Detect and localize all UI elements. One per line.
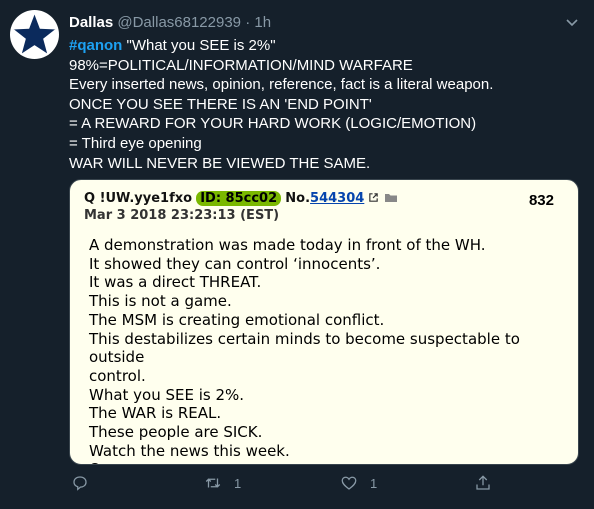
post-line: What you SEE is 2%.	[89, 385, 245, 404]
post-line: This is not a game.	[89, 292, 232, 311]
share-icon	[476, 475, 490, 490]
hashtag-link[interactable]: #qanon	[69, 37, 122, 54]
retweet-button[interactable]: 1	[204, 474, 241, 492]
tweet-header: Dallas @Dallas68122939 · 1h	[69, 13, 271, 33]
tweet-line: 98%=POLITICAL/INFORMATION/MIND WARFARE	[69, 56, 413, 74]
post-number-label: No.	[285, 191, 311, 206]
post-line: It showed they can control ‘innocents’.	[89, 254, 381, 273]
post-number-link: 544304	[310, 191, 365, 206]
tweet-line: WAR WILL NEVER BE VIEWED THE SAME.	[69, 154, 371, 172]
tweet-line: ONCE YOU SEE THERE IS AN 'END POINT'	[69, 95, 372, 113]
folder-icon	[384, 194, 397, 202]
post-line: This destabilizes certain minds to becom…	[89, 329, 520, 367]
external-link-icon	[369, 193, 379, 202]
tweet-line: = A REWARD FOR YOUR HARD WORK (LOGIC/EMO…	[69, 115, 477, 133]
heart-icon	[341, 476, 357, 490]
post-line: These people are SICK.	[89, 423, 263, 442]
post-count: 832	[528, 192, 554, 209]
post-line: The WAR is REAL.	[89, 404, 222, 423]
tweet-actions: 1 1	[69, 474, 579, 496]
author-handle[interactable]: @Dallas68122939	[117, 14, 241, 31]
post-date: Mar 3 2018 23:23:13 (EST)	[84, 208, 280, 223]
like-button[interactable]: 1	[340, 474, 377, 492]
retweet-icon	[205, 478, 221, 488]
reply-button[interactable]	[71, 474, 101, 492]
tweet-line: = Third eye opening	[69, 134, 202, 152]
reply-icon	[73, 476, 87, 491]
author-name[interactable]: Dallas	[69, 14, 113, 31]
id-badge: ID: 85cc02	[196, 191, 282, 206]
post-line: The MSM is creating emotional conflict.	[89, 310, 385, 329]
separator: ·	[245, 14, 251, 31]
post-line: Watch the news this week.	[89, 441, 290, 460]
star-logo-icon	[10, 11, 59, 57]
tweet-line: Every inserted news, opinion, reference,…	[69, 76, 494, 94]
tweet-text: #qanon "What you SEE is 2%" 98%=POLITICA…	[69, 36, 579, 173]
post-line: It was a direct THREAT.	[89, 273, 262, 292]
post-body: A demonstration was made today in front …	[89, 236, 569, 464]
tweet[interactable]: Dallas @Dallas68122939 · 1h #qanon "What…	[0, 0, 594, 509]
post-header: Q !UW.yye1fxo ID: 85cc02 No.544304 Mar 3…	[84, 190, 564, 224]
avatar[interactable]	[10, 10, 59, 59]
attached-image[interactable]: Q !UW.yye1fxo ID: 85cc02 No.544304 Mar 3…	[69, 179, 579, 465]
share-button[interactable]	[474, 474, 504, 492]
tweet-line: "What you SEE is 2%"	[122, 37, 276, 54]
like-count: 1	[370, 475, 378, 491]
chevron-down-icon[interactable]	[564, 14, 580, 30]
post-line: Q	[89, 460, 569, 464]
post-line: control.	[89, 366, 146, 385]
poster-name: Q !UW.yye1fxo	[84, 191, 193, 206]
post-line: A demonstration was made today in front …	[89, 236, 486, 254]
retweet-count: 1	[234, 475, 242, 491]
tweet-time[interactable]: 1h	[254, 14, 271, 31]
